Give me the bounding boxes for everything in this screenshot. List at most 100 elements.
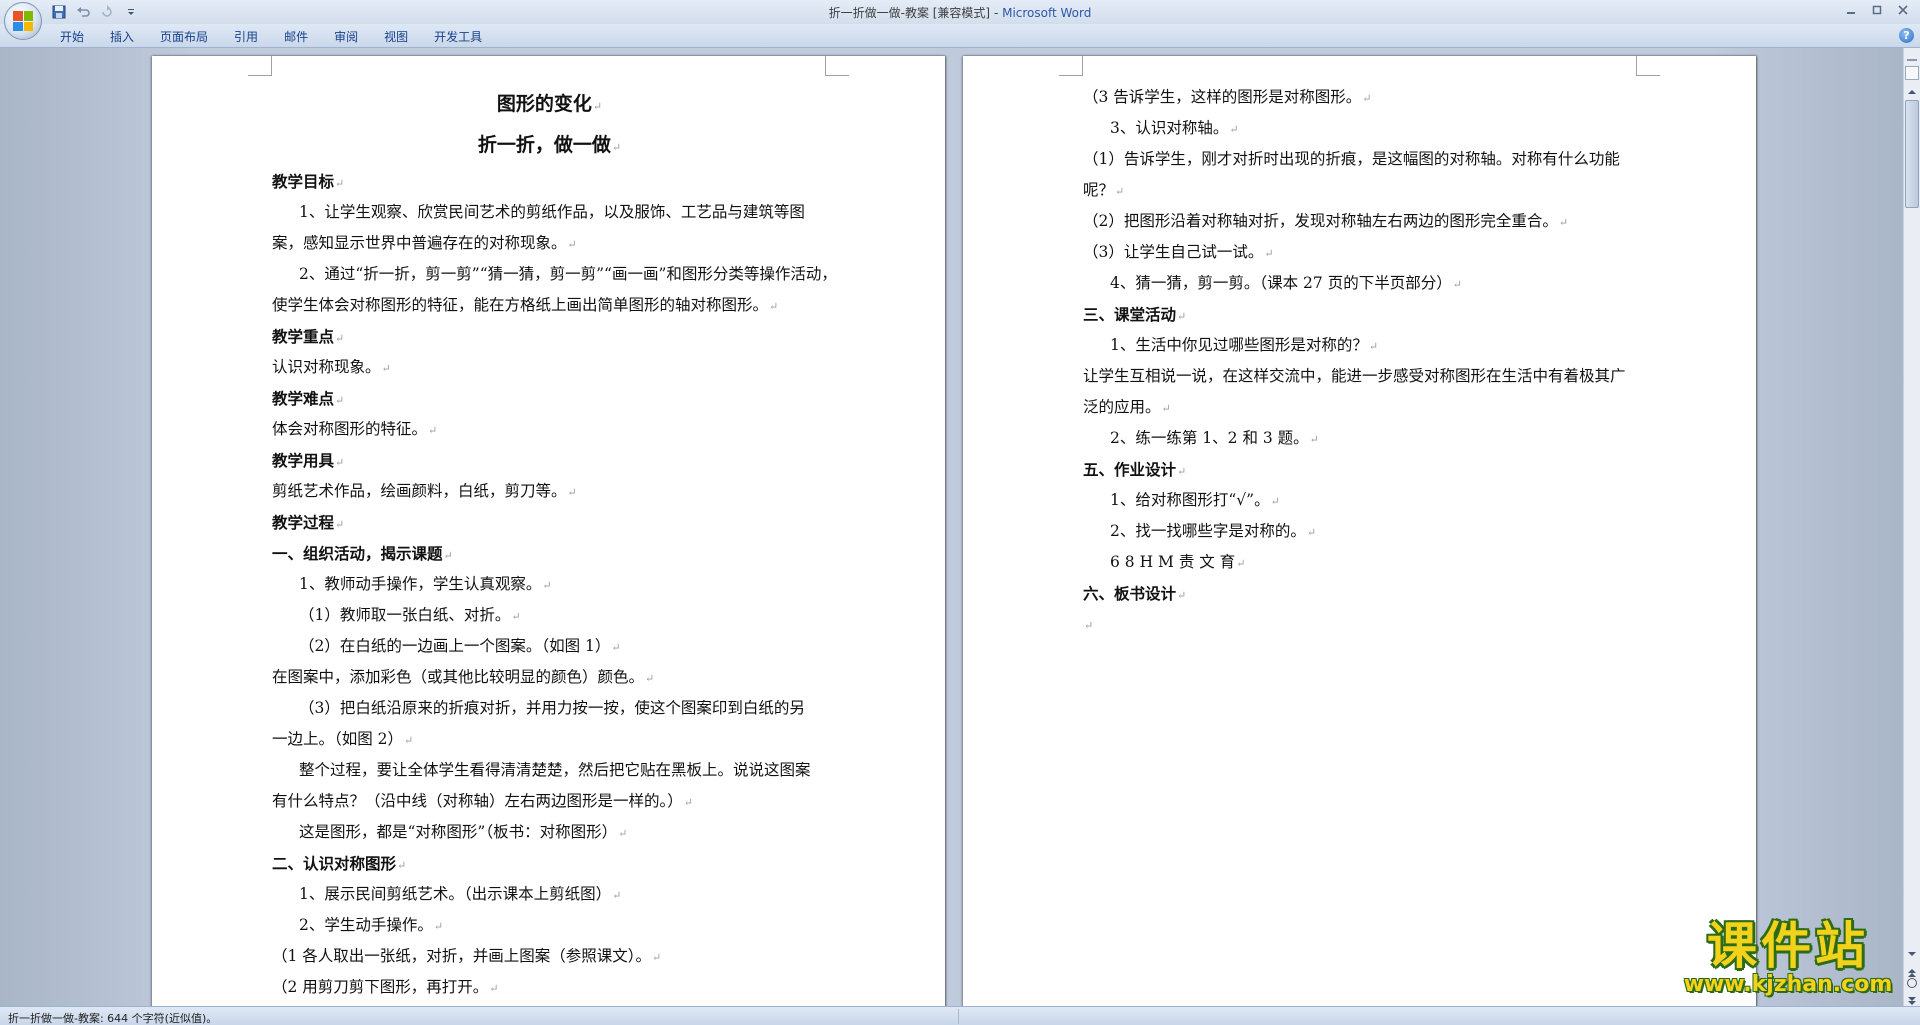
paragraph-line[interactable]: 有什么特点？（沿中线（对称轴）左右两边图形是一样的。）↵ (272, 786, 827, 817)
tab-developer[interactable]: 开发工具 (421, 29, 495, 45)
paragraph-mark-icon: ↵ (611, 641, 621, 654)
paragraph-mark-icon: ↵ (1177, 310, 1187, 323)
office-button[interactable] (4, 2, 42, 40)
view-ruler-icon[interactable] (1905, 66, 1919, 80)
paragraph-line[interactable]: 2、通过“折一折，剪一剪”“猜一猜，剪一剪”“画一画”和图形分类等操作活动， (272, 259, 837, 290)
paragraph-line[interactable]: 剪纸艺术作品，绘画颜料，白纸，剪刀等。↵ (272, 476, 827, 507)
paragraph-line[interactable]: 六、板书设计↵ (1083, 578, 1638, 609)
paragraph-text: （2 用剪刀剪下图形，再打开。 (272, 978, 489, 996)
paragraph-line[interactable]: 五、作业设计↵ (1083, 454, 1638, 485)
paragraph-line[interactable]: （1 各人取出一张纸，对折，并画上图案（参照课文）。↵ (272, 941, 827, 972)
tab-home[interactable]: 开始 (47, 29, 97, 45)
paragraph-line[interactable]: 教学重点↵ (272, 321, 827, 352)
paragraph-mark-icon: ↵ (1236, 557, 1246, 570)
paragraph-line[interactable]: 4、猜一猜，剪一剪。（课本 27 页的下半页部分）↵ (1083, 268, 1638, 299)
paragraph-line[interactable]: 1、给对称图形打“√”。↵ (1083, 485, 1638, 516)
tab-view[interactable]: 视图 (371, 29, 421, 45)
tab-mailings[interactable]: 邮件 (271, 29, 321, 45)
paragraph-line[interactable]: （1）教师取一张白纸、对折。↵ (272, 600, 827, 631)
paragraph-text: 认识对称现象。 (272, 358, 381, 376)
paragraph-line[interactable]: 三、课堂活动↵ (1083, 299, 1638, 330)
help-icon[interactable]: ? (1899, 28, 1914, 43)
paragraph-mark-icon: ↵ (611, 141, 622, 154)
paragraph-text: 6 8 H M 责 文 育 (1110, 553, 1236, 571)
paragraph-line[interactable]: 认识对称现象。↵ (272, 352, 827, 383)
page-right[interactable]: （3 告诉学生，这样的图形是对称图形。↵ 3、认识对称轴。↵ （1）告诉学生，刚才对… (963, 56, 1756, 1006)
paragraph-text: 三、课堂活动 (1083, 305, 1177, 324)
paragraph-line[interactable]: 1、展示民间剪纸艺术。（出示课本上剪纸图）↵ (272, 879, 827, 910)
tab-references[interactable]: 引用 (221, 29, 271, 45)
paragraph-text: 教学目标 (272, 172, 335, 191)
paragraph-line[interactable]: 图形的变化↵ (272, 84, 827, 125)
paragraph-text: 3、认识对称轴。 (1110, 119, 1229, 137)
paragraph-line[interactable]: （3）让学生自己试一试。↵ (1083, 237, 1638, 268)
paragraph-text: 呢？ (1083, 181, 1115, 199)
paragraph-text: 六、板书设计 (1083, 584, 1177, 603)
paragraph-line[interactable]: 1、生活中你见过哪些图形是对称的？↵ (1083, 330, 1638, 361)
paragraph-mark-icon: ↵ (1306, 526, 1317, 539)
paragraph-line[interactable]: 呢？↵ (1083, 175, 1638, 206)
vertical-scrollbar[interactable] (1903, 48, 1920, 1006)
page-left[interactable]: 图形的变化↵ 折一折，做一做↵ 教学目标↵ 1、让学生观察、欣赏民间艺术的剪纸作品，以… (152, 56, 945, 1006)
minimize-button[interactable] (1838, 0, 1864, 20)
paragraph-line[interactable]: 教学过程↵ (272, 507, 827, 538)
paragraph-line[interactable]: 教学难点↵ (272, 383, 827, 414)
paragraph-line[interactable]: 泛的应用。↵ (1083, 392, 1638, 423)
paragraph-mark-icon: ↵ (683, 796, 693, 809)
watermark-url: www.kjzhan.com (1683, 972, 1893, 997)
paragraph-line[interactable]: ↵ (1083, 609, 1638, 640)
maximize-button[interactable] (1864, 0, 1890, 20)
select-browse-object-icon[interactable] (1907, 978, 1917, 988)
paragraph-mark-icon: ↵ (567, 486, 577, 499)
paragraph-line[interactable]: （2）在白纸的一边画上一个图案。（如图 1）↵ (272, 631, 827, 662)
paragraph-text: （3）让学生自己试一试。 (1083, 243, 1264, 261)
paragraph-mark-icon: ↵ (1161, 402, 1171, 415)
paragraph-line[interactable]: 2、学生动手操作。↵ (272, 910, 827, 941)
paragraph-line[interactable]: 2、找一找哪些字是对称的。↵ (1083, 516, 1638, 547)
paragraph-line[interactable]: （1）告诉学生，刚才对折时出现的折痕，是这幅图的对称轴。对称有什么功能 (1083, 144, 1638, 175)
office-logo-icon (13, 11, 33, 31)
paragraph-mark-icon: ↵ (433, 920, 444, 933)
paragraph-line[interactable]: 折一折，做一做↵ (272, 125, 827, 166)
tab-insert[interactable]: 插入 (97, 29, 147, 45)
paragraph-line[interactable]: 教学目标↵ (272, 166, 827, 197)
paragraph-text: （2）在白纸的一边画上一个图案。（如图 1） (299, 637, 611, 655)
paragraph-line[interactable]: 二、认识对称图形↵ (272, 848, 827, 879)
paragraph-line[interactable]: 6 8 H M 责 文 育↵ (1083, 547, 1638, 578)
paragraph-text: 1、教师动手操作，学生认真观察。 (299, 575, 542, 593)
word-count-status[interactable]: 折一折做一做-教案: 644 个字符(近似值)。 (8, 1010, 217, 1025)
ribbon-tabs: 开始 插入 页面布局 引用 邮件 审阅 视图 开发工具 (47, 29, 495, 45)
paragraph-line[interactable]: 一、组织活动，揭示课题↵ (272, 538, 827, 569)
paragraph-line[interactable]: （2）把图形沿着对称轴对折，发现对称轴左右两边的图形完全重合。↵ (1083, 206, 1638, 237)
paragraph-line[interactable]: （2 用剪刀剪下图形，再打开。↵ (272, 972, 827, 1003)
document-body-left[interactable]: 图形的变化↵ 折一折，做一做↵ 教学目标↵ 1、让学生观察、欣赏民间艺术的剪纸作品，以… (272, 84, 837, 1003)
tab-page-layout[interactable]: 页面布局 (147, 29, 221, 45)
crop-mark (1059, 56, 1083, 76)
split-handle-icon[interactable] (1906, 51, 1918, 63)
close-button[interactable] (1890, 0, 1916, 20)
paragraph-line[interactable]: 1、让学生观察、欣赏民间艺术的剪纸作品，以及服饰、工艺品与建筑等图 (272, 197, 827, 228)
paragraph-mark-icon: ↵ (1229, 123, 1239, 136)
paragraph-line[interactable]: 教学用具↵ (272, 445, 827, 476)
paragraph-line[interactable]: 在图案中，添加彩色（或其他比较明显的颜色）颜色。↵ (272, 662, 827, 693)
paragraph-line[interactable]: 2、练一练第 1、2 和 3 题。↵ (1083, 423, 1638, 454)
document-body-right[interactable]: （3 告诉学生，这样的图形是对称图形。↵ 3、认识对称轴。↵ （1）告诉学生，刚才对… (1083, 82, 1638, 640)
paragraph-line[interactable]: （3）把白纸沿原来的折痕对折，并用力按一按，使这个图案印到白纸的另 (272, 693, 827, 724)
paragraph-line[interactable]: 3、认识对称轴。↵ (1083, 113, 1638, 144)
paragraph-line[interactable]: 体会对称图形的特征。↵ (272, 414, 827, 445)
paragraph-line[interactable]: 案，感知显示世界中普遍存在的对称现象。↵ (272, 228, 827, 259)
tab-review[interactable]: 审阅 (321, 29, 371, 45)
paragraph-line[interactable]: 这是图形，都是“对称图形”（板书：对称图形）↵ (272, 817, 827, 848)
paragraph-line[interactable]: 1、教师动手操作，学生认真观察。↵ (272, 569, 827, 600)
paragraph-line[interactable]: 使学生体会对称图形的特征，能在方格纸上画出简单图形的轴对称图形。↵ (272, 290, 827, 321)
scroll-up-icon[interactable] (1905, 84, 1919, 98)
title-separator: - (990, 6, 1003, 20)
paragraph-line[interactable]: （3 告诉学生，这样的图形是对称图形。↵ (1083, 82, 1638, 113)
document-name: 折一折做一做-教案 [兼容模式] (828, 6, 991, 20)
paragraph-line[interactable]: 让学生互相说一说，在这样交流中，能进一步感受对称图形在生活中有着极其广 (1083, 361, 1638, 392)
paragraph-line[interactable]: 整个过程，要让全体学生看得清清楚楚，然后把它贴在黑板上。说说这图案 (272, 755, 827, 786)
paragraph-text: 教学过程 (272, 513, 335, 532)
paragraph-line[interactable]: 一边上。（如图 2）↵ (272, 724, 827, 755)
scrollbar-thumb[interactable] (1905, 100, 1919, 208)
paragraph-mark-icon: ↵ (1452, 278, 1462, 291)
